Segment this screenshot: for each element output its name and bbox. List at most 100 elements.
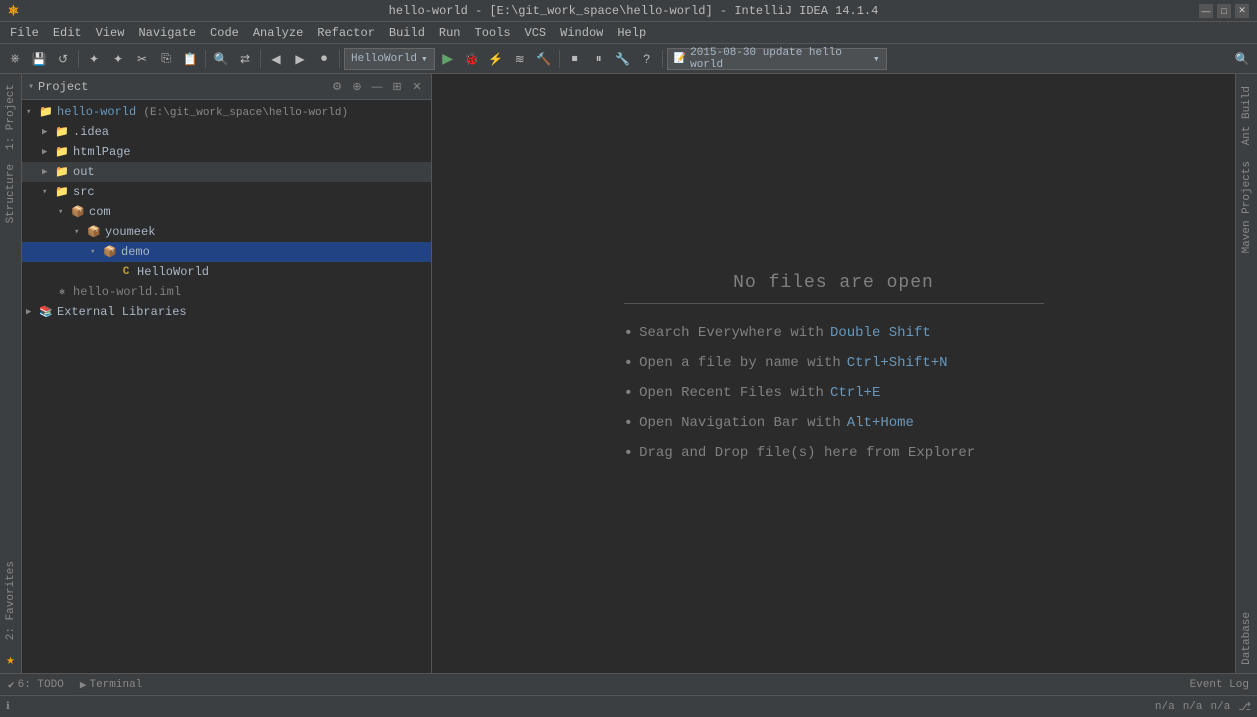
close-button[interactable]: ✕ — [1235, 4, 1249, 18]
run-button[interactable]: ▶ — [437, 48, 459, 70]
menu-refactor[interactable]: Refactor — [311, 24, 381, 42]
menu-window[interactable]: Window — [554, 24, 609, 42]
demo-package-icon: 📦 — [102, 244, 118, 260]
status-right: n/a n/a n/a ⎇ — [1155, 700, 1251, 714]
sidebar-project-label[interactable]: 1: Project — [3, 78, 19, 156]
separator-3 — [260, 50, 261, 68]
toolbar: ⎈ 💾 ↺ ✦ ✦ ✂ ⎘ 📋 🔍 ⇄ ◀ ▶ ⏺ HelloWorld ▾ ▶… — [0, 44, 1257, 74]
separator-1 — [78, 50, 79, 68]
project-close-btn[interactable]: ✕ — [409, 79, 425, 95]
window-title: hello-world - [E:\git_work_space\hello-w… — [68, 4, 1199, 18]
tree-out[interactable]: ▶ 📁 out — [22, 162, 431, 182]
toolbar-search[interactable]: 🔍 — [210, 48, 232, 70]
menu-build[interactable]: Build — [383, 24, 431, 42]
tree-root[interactable]: ▾ 📁 hello-world (E:\git_work_space\hello… — [22, 102, 431, 122]
extlib-arrow: ▶ — [26, 307, 38, 317]
hint-nav: • Open Navigation Bar with Alt+Home — [624, 414, 1044, 432]
toolbar-sync[interactable]: ↺ — [52, 48, 74, 70]
project-expand-btn[interactable]: ⊞ — [389, 79, 405, 95]
menu-tools[interactable]: Tools — [469, 24, 517, 42]
terminal-tab[interactable]: ▶ Terminal — [76, 676, 146, 694]
right-database[interactable]: Database — [1239, 604, 1255, 673]
menu-help[interactable]: Help — [611, 24, 652, 42]
project-header: ▾ Project ⚙ ⊕ — ⊞ ✕ — [22, 74, 431, 100]
hint-recent-key: Ctrl+E — [830, 385, 880, 401]
commit-selector[interactable]: 📝 2015-08-30 update hello world ▾ — [667, 48, 887, 70]
tree-idea[interactable]: ▶ 📁 .idea — [22, 122, 431, 142]
toolbar-back[interactable]: ✦ — [83, 48, 105, 70]
project-panel-title: Project — [38, 80, 88, 94]
tree-com[interactable]: ▾ 📦 com — [22, 202, 431, 222]
menu-file[interactable]: File — [4, 24, 45, 42]
status-pos3: n/a — [1211, 701, 1231, 713]
hint-nav-text: Open Navigation Bar with — [639, 415, 841, 431]
toolbar-nav-fwd[interactable]: ▶ — [289, 48, 311, 70]
toolbar-nav-back[interactable]: ◀ — [265, 48, 287, 70]
tree-youmeek[interactable]: ▾ 📦 youmeek — [22, 222, 431, 242]
star-icon[interactable]: ★ — [2, 648, 18, 673]
tree-src[interactable]: ▾ 📁 src — [22, 182, 431, 202]
toolbar-icon-1[interactable]: ⎈ — [4, 48, 26, 70]
toolbar-paste[interactable]: 📋 — [179, 48, 201, 70]
helloworld-java-icon: C — [118, 264, 134, 280]
tree-ext-lib[interactable]: ▶ 📚 External Libraries — [22, 302, 431, 322]
stop-button[interactable]: ⏹ — [564, 48, 586, 70]
commit-arrow: ▾ — [873, 52, 880, 66]
youmeek-arrow: ▾ — [74, 227, 86, 237]
menu-edit[interactable]: Edit — [47, 24, 88, 42]
toolbar-replace[interactable]: ⇄ — [234, 48, 256, 70]
demo-arrow: ▾ — [90, 247, 102, 257]
out-folder-icon: 📁 — [54, 164, 70, 180]
todo-tab[interactable]: ✔ 6: TODO — [4, 676, 68, 694]
event-log-tab[interactable]: Event Log — [1186, 677, 1253, 693]
project-scroll-btn[interactable]: ⊕ — [349, 79, 365, 95]
terminal-icon: ▶ — [80, 678, 87, 692]
sidebar-structure-label[interactable]: Structure — [3, 158, 19, 229]
bullet-3: • — [624, 384, 634, 402]
debug-button[interactable]: 🐞 — [461, 48, 483, 70]
right-ant-build[interactable]: Ant Build — [1239, 78, 1255, 153]
toolbar-copy[interactable]: ⎘ — [155, 48, 177, 70]
htmlpage-arrow: ▶ — [42, 147, 54, 157]
right-maven[interactable]: Maven Projects — [1239, 153, 1255, 261]
htmlpage-folder-icon: 📁 — [54, 144, 70, 160]
search-everywhere-btn[interactable]: 🔍 — [1231, 48, 1253, 70]
tree-helloworld[interactable]: C HelloWorld — [22, 262, 431, 282]
bullet-2: • — [624, 354, 634, 372]
help-button[interactable]: ? — [636, 48, 658, 70]
project-settings-btn[interactable]: ⚙ — [329, 79, 345, 95]
hint-drag: • Drag and Drop file(s) here from Explor… — [624, 444, 1044, 462]
separator-2 — [205, 50, 206, 68]
separator-4 — [339, 50, 340, 68]
menu-run[interactable]: Run — [433, 24, 467, 42]
menu-vcs[interactable]: VCS — [519, 24, 553, 42]
menu-navigate[interactable]: Navigate — [132, 24, 202, 42]
no-files-title: No files are open — [624, 273, 1044, 304]
status-left: ℹ — [6, 701, 1149, 713]
toolbar-save[interactable]: 💾 — [28, 48, 50, 70]
idea-arrow: ▶ — [42, 127, 54, 137]
hint-open-name-text: Open a file by name with — [639, 355, 841, 371]
build-button[interactable]: 🔨 — [533, 48, 555, 70]
toolbar-fwd[interactable]: ✦ — [107, 48, 129, 70]
menu-code[interactable]: Code — [204, 24, 245, 42]
menu-view[interactable]: View — [90, 24, 131, 42]
project-collapse-btn[interactable]: — — [369, 79, 385, 95]
tree-demo[interactable]: ▾ 📦 demo — [22, 242, 431, 262]
toolbar-breakpoint[interactable]: ⏺ — [313, 48, 335, 70]
minimize-button[interactable]: — — [1199, 4, 1213, 18]
sidebar-favorites-label[interactable]: 2: Favorites — [3, 555, 19, 646]
com-label: com — [89, 205, 111, 219]
src-folder-icon: 📁 — [54, 184, 70, 200]
tree-htmlpage[interactable]: ▶ 📁 htmlPage — [22, 142, 431, 162]
coverage-button[interactable]: ⚡ — [485, 48, 507, 70]
pause-button[interactable]: ⏸ — [588, 48, 610, 70]
run-config-selector[interactable]: HelloWorld ▾ — [344, 48, 435, 70]
toolbar-cut[interactable]: ✂ — [131, 48, 153, 70]
profile-button[interactable]: ≋ — [509, 48, 531, 70]
tree-iml[interactable]: ⎈ hello-world.iml — [22, 282, 431, 302]
menu-analyze[interactable]: Analyze — [247, 24, 309, 42]
window-controls[interactable]: — □ ✕ — [1199, 4, 1249, 18]
sdk-button[interactable]: 🔧 — [612, 48, 634, 70]
maximize-button[interactable]: □ — [1217, 4, 1231, 18]
